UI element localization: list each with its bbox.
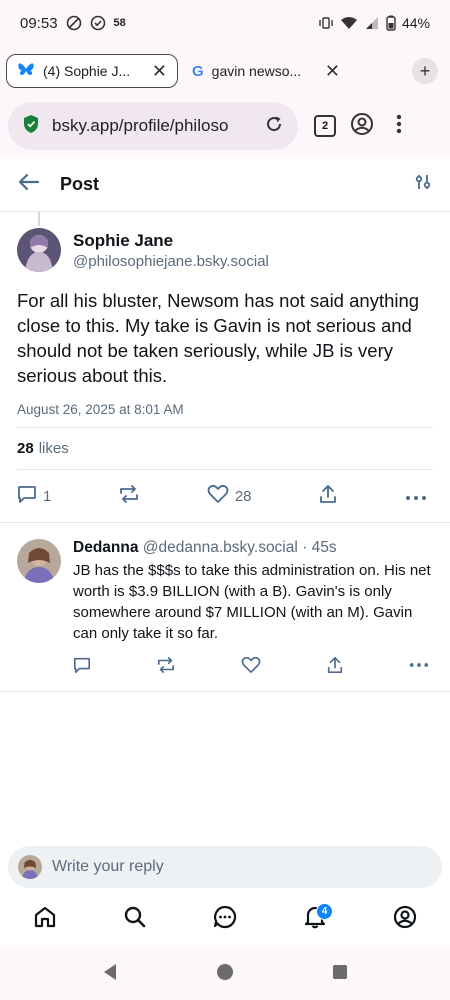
share-icon[interactable] bbox=[326, 656, 344, 679]
more-options-button[interactable] bbox=[405, 488, 427, 505]
avatar bbox=[18, 855, 42, 879]
tab-title: (4) Sophie J... bbox=[43, 63, 131, 79]
post-text: For all his bluster, Newsom has not said… bbox=[17, 290, 420, 386]
nav-notifications[interactable]: 4 bbox=[295, 899, 335, 939]
nav-home[interactable] bbox=[25, 899, 65, 939]
nav-chat[interactable] bbox=[205, 899, 245, 939]
likes-label: likes bbox=[38, 440, 69, 457]
nav-profile[interactable] bbox=[385, 899, 425, 939]
google-g-icon: G bbox=[192, 62, 204, 80]
back-arrow-icon[interactable] bbox=[18, 173, 40, 196]
likes-count: 28 bbox=[17, 440, 34, 457]
tab-switcher-button[interactable]: 2 bbox=[314, 115, 336, 137]
reply-author-handle[interactable]: @dedanna.bsky.social bbox=[143, 539, 298, 556]
reply-count: 1 bbox=[43, 487, 52, 505]
reply-icon[interactable] bbox=[73, 656, 91, 679]
repost-button[interactable] bbox=[118, 484, 140, 508]
reply-timestamp[interactable]: · 45s bbox=[302, 539, 336, 556]
recents-square-icon[interactable] bbox=[332, 964, 348, 985]
close-tab-icon[interactable]: ✕ bbox=[152, 61, 167, 82]
site-security-icon[interactable] bbox=[22, 114, 40, 139]
do-not-disturb-icon bbox=[66, 15, 82, 31]
tab-title: gavin newso... bbox=[211, 63, 302, 79]
search-icon bbox=[123, 905, 147, 934]
heart-icon bbox=[207, 484, 229, 508]
thread-connector-line bbox=[38, 212, 40, 226]
profile-icon bbox=[393, 905, 417, 934]
address-bar[interactable]: bsky.app/profile/philoso bbox=[8, 102, 298, 150]
main-post: Sophie Jane @philosophiejane.bsky.social… bbox=[0, 212, 450, 522]
like-count: 28 bbox=[234, 487, 252, 505]
likes-summary[interactable]: 28 likes bbox=[17, 428, 433, 470]
wifi-icon bbox=[340, 15, 358, 31]
bluesky-butterfly-icon bbox=[17, 62, 35, 81]
repost-icon[interactable] bbox=[156, 656, 176, 679]
home-circle-icon[interactable] bbox=[216, 963, 234, 986]
reply-post[interactable]: Dedanna @dedanna.bsky.social · 45s JB ha… bbox=[0, 523, 450, 692]
reply-text: JB has the $$$s to take this administrat… bbox=[73, 562, 431, 642]
battery-percent: 44% bbox=[401, 15, 430, 31]
vibrate-icon bbox=[318, 15, 334, 31]
avatar[interactable] bbox=[17, 228, 61, 272]
like-button[interactable]: 28 bbox=[207, 484, 252, 508]
repost-icon bbox=[118, 484, 140, 508]
status-time: 09:53 bbox=[20, 14, 58, 32]
browser-tab-strip: (4) Sophie J... ✕ G gavin newso... ✕ + bbox=[0, 46, 450, 96]
avatar[interactable] bbox=[17, 539, 61, 583]
author-name[interactable]: Sophie Jane bbox=[73, 231, 269, 251]
post-author-row: Sophie Jane @philosophiejane.bsky.social bbox=[17, 228, 433, 272]
share-button[interactable] bbox=[318, 484, 338, 508]
temperature-indicator: 58 bbox=[113, 17, 126, 29]
page-title: Post bbox=[60, 174, 100, 194]
close-tab-icon[interactable]: ✕ bbox=[325, 61, 340, 82]
post-date: August 26, 2025 at 8:01 AM bbox=[17, 402, 433, 428]
battery-icon bbox=[386, 15, 396, 31]
tab-gavin-newsom[interactable]: G gavin newso... ✕ bbox=[182, 54, 350, 88]
reply-input-placeholder[interactable]: Write your reply bbox=[52, 858, 164, 876]
page-content: Post Sophie Jane @philosophiejane.bsky.s… bbox=[0, 158, 450, 840]
tab-sophie-jane[interactable]: (4) Sophie J... ✕ bbox=[6, 54, 178, 88]
more-dots-icon bbox=[405, 488, 427, 505]
reply-actions bbox=[73, 656, 433, 679]
back-triangle-icon[interactable] bbox=[102, 963, 118, 986]
status-bar: 09:53 58 44% bbox=[0, 0, 450, 46]
browser-toolbar: bsky.app/profile/philoso 2 bbox=[0, 96, 450, 156]
system-navigation-bar bbox=[0, 948, 450, 1000]
nav-search[interactable] bbox=[115, 899, 155, 939]
reply-button[interactable]: 1 bbox=[17, 484, 51, 508]
reply-author-name[interactable]: Dedanna bbox=[73, 539, 138, 556]
home-icon bbox=[33, 905, 57, 934]
reload-icon[interactable] bbox=[264, 114, 284, 139]
bottom-navigation: 4 bbox=[0, 892, 450, 946]
account-icon[interactable] bbox=[350, 112, 374, 141]
reply-header: Dedanna @dedanna.bsky.social · 45s bbox=[73, 539, 433, 557]
chat-bubble-icon bbox=[213, 905, 237, 934]
cell-signal-icon bbox=[364, 15, 380, 31]
url-text[interactable]: bsky.app/profile/philoso bbox=[52, 116, 252, 136]
post-actions: 1 28 bbox=[17, 470, 433, 522]
more-menu-icon[interactable] bbox=[396, 114, 402, 139]
reply-composer[interactable]: Write your reply bbox=[8, 846, 442, 888]
notifications-badge: 4 bbox=[316, 903, 333, 920]
reply-icon bbox=[17, 484, 37, 508]
check-circle-icon bbox=[90, 15, 106, 31]
heart-icon[interactable] bbox=[241, 656, 261, 679]
new-tab-button[interactable]: + bbox=[412, 58, 438, 84]
post-header: Post bbox=[0, 158, 450, 212]
thread-settings-icon[interactable] bbox=[414, 173, 432, 196]
more-dots-icon[interactable] bbox=[409, 656, 429, 679]
author-handle[interactable]: @philosophiejane.bsky.social bbox=[73, 253, 269, 270]
share-icon bbox=[318, 484, 338, 508]
